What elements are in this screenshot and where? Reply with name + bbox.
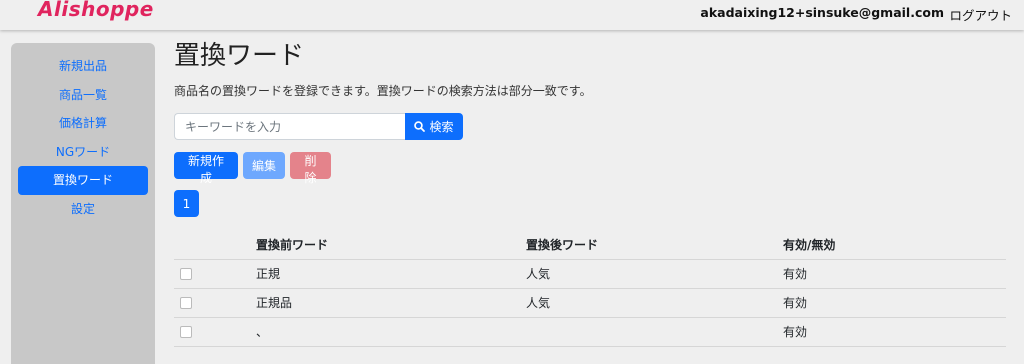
- logout-link[interactable]: ログアウト: [949, 5, 1012, 24]
- sidebar-item-settings[interactable]: 設定: [18, 195, 148, 224]
- select-column-header: [174, 230, 256, 260]
- app-logo[interactable]: Alishoppe: [38, 0, 154, 21]
- cell-status: 有効: [783, 317, 1006, 347]
- edit-button[interactable]: 編集: [243, 152, 285, 179]
- page-title: 置換ワード: [174, 41, 305, 71]
- row-checkbox[interactable]: [180, 326, 192, 338]
- row-checkbox[interactable]: [180, 297, 192, 309]
- top-header: Alishoppe akadaixing12+sinsuke@gmail.com…: [0, 0, 1024, 30]
- delete-button[interactable]: 削除: [290, 152, 331, 185]
- cell-before: 、: [256, 317, 526, 347]
- main-content: 置換ワード 商品名の置換ワードを登録できます。置換ワードの検索方法は部分一致です…: [174, 38, 1006, 347]
- sidebar-item-product-list[interactable]: 商品一覧: [18, 81, 148, 110]
- replace-words-table: 置換前ワード 置換後ワード 有効/無効 正規 人気 有効 正規品 人気 有効 、: [174, 230, 1006, 347]
- cell-after: 人気: [526, 288, 783, 318]
- table-row: 正規 人気 有効: [174, 259, 1006, 289]
- cell-status: 有効: [783, 288, 1006, 318]
- table-row: 、 有効: [174, 317, 1006, 347]
- sidebar-item-new-listing[interactable]: 新規出品: [18, 52, 148, 81]
- cell-status: 有効: [783, 259, 1006, 289]
- table-row: 正規品 人気 有効: [174, 288, 1006, 318]
- sidebar: 新規出品 商品一覧 価格計算 NGワード 置換ワード 設定: [11, 43, 155, 364]
- user-email: akadaixing12+sinsuke@gmail.com: [700, 5, 944, 20]
- column-header-status: 有効/無効: [783, 230, 1006, 260]
- sidebar-item-price-calc[interactable]: 価格計算: [18, 109, 148, 138]
- cell-before: 正規: [256, 259, 526, 289]
- cell-after: [526, 317, 783, 347]
- search-bar: 検索: [174, 113, 1006, 140]
- column-header-before: 置換前ワード: [256, 230, 526, 260]
- table-header-row: 置換前ワード 置換後ワード 有効/無効: [174, 230, 1006, 260]
- search-button[interactable]: 検索: [405, 113, 463, 140]
- create-button[interactable]: 新規作成: [174, 152, 238, 185]
- action-buttons: 新規作成 編集 削除: [174, 152, 1006, 185]
- row-checkbox[interactable]: [180, 268, 192, 280]
- search-button-label: 検索: [429, 120, 454, 134]
- search-icon: [414, 121, 426, 132]
- search-input[interactable]: [174, 113, 405, 140]
- column-header-after: 置換後ワード: [526, 230, 783, 260]
- cell-after: 人気: [526, 259, 783, 289]
- pagination-page-1[interactable]: 1: [174, 190, 199, 217]
- sidebar-item-ng-words[interactable]: NGワード: [18, 138, 148, 167]
- cell-before: 正規品: [256, 288, 526, 318]
- page-description: 商品名の置換ワードを登録できます。置換ワードの検索方法は部分一致です。: [174, 84, 592, 98]
- sidebar-item-replace-words[interactable]: 置換ワード: [18, 166, 148, 195]
